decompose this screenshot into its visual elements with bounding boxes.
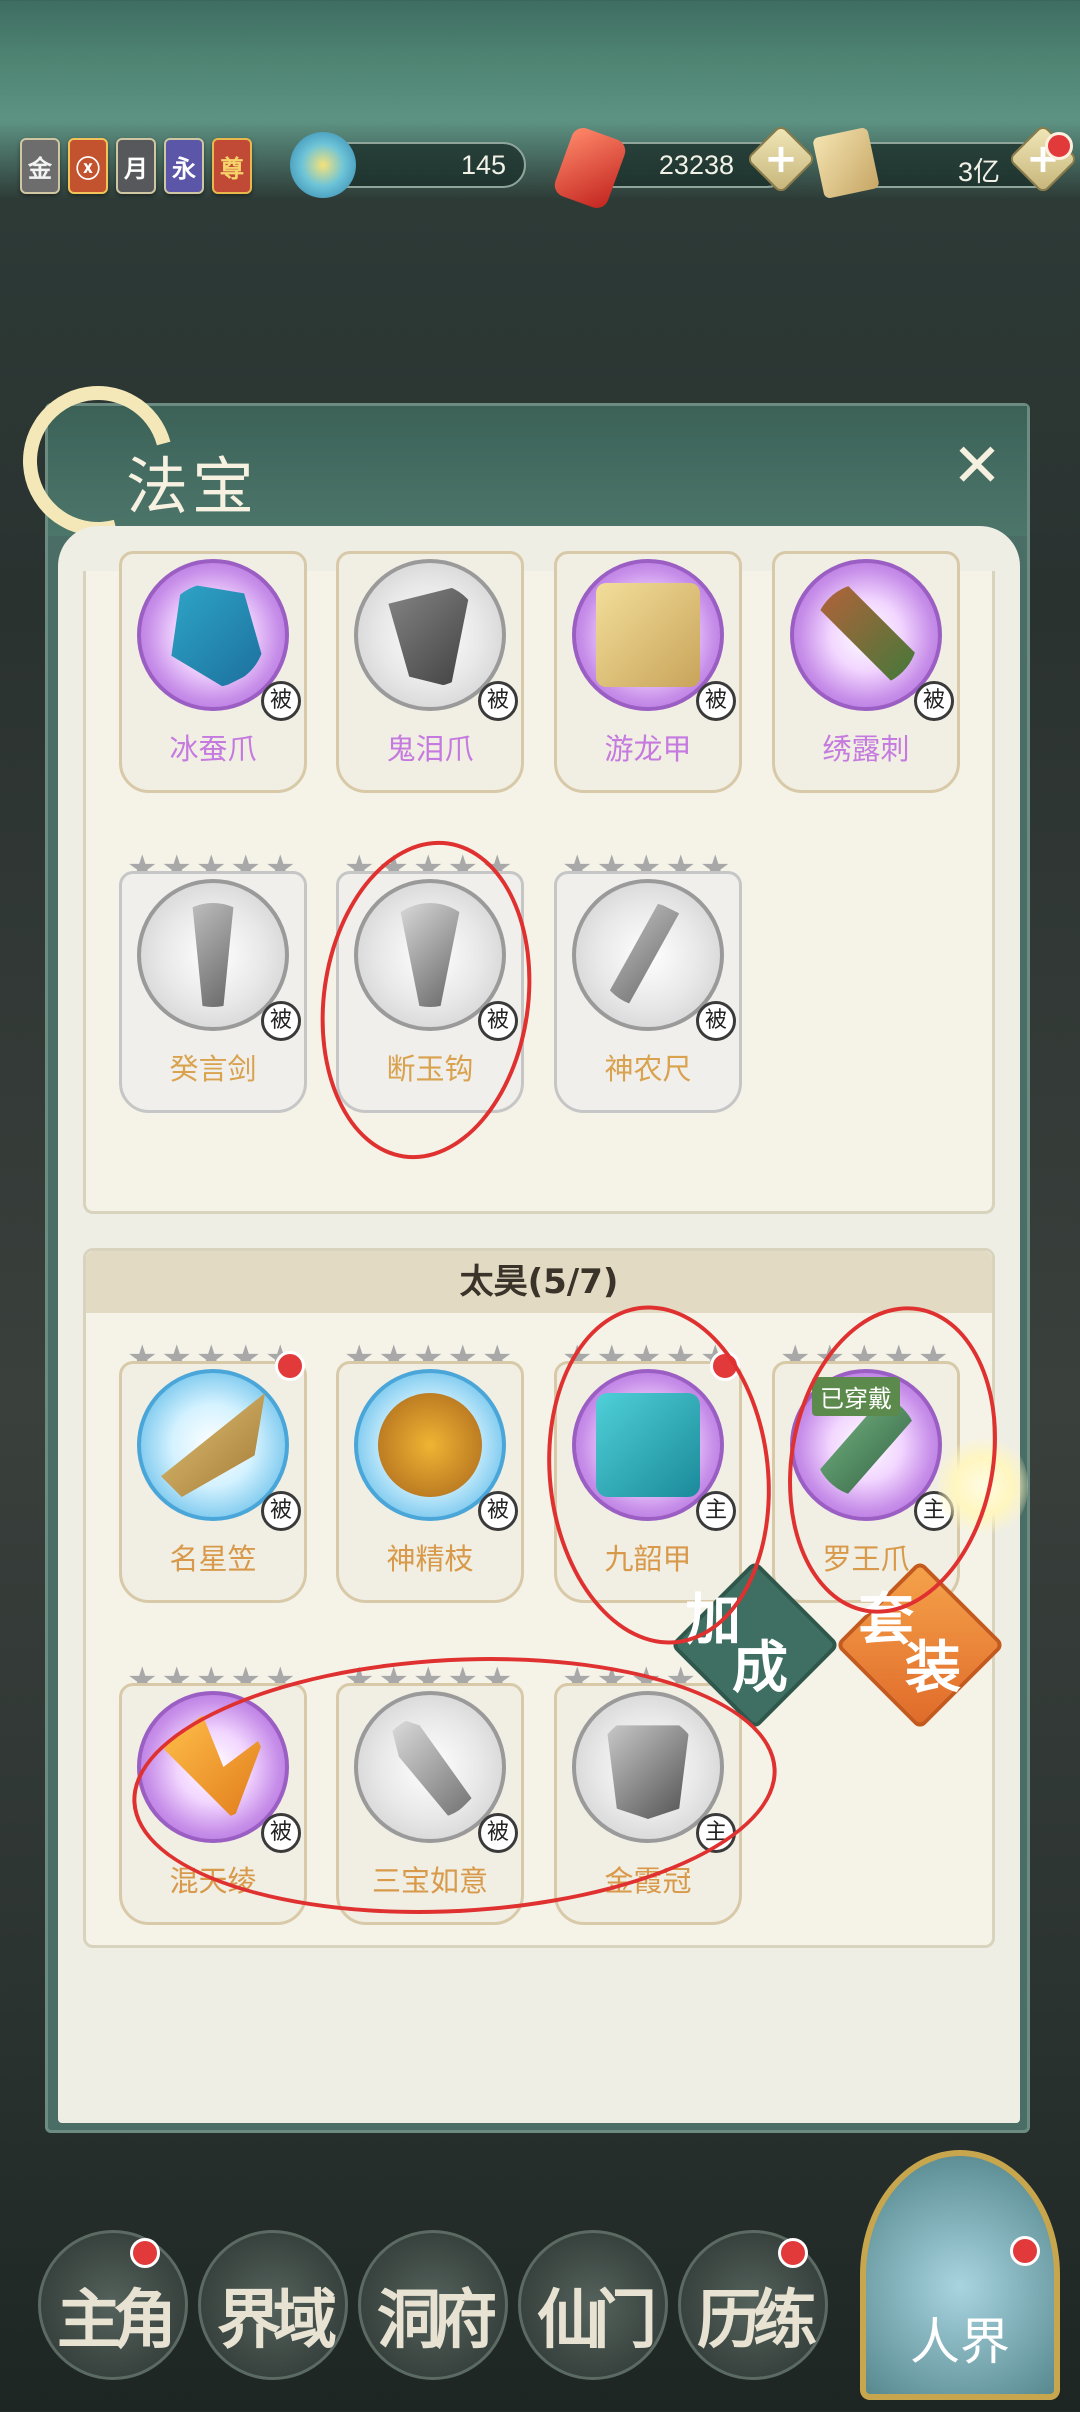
treasure-card[interactable]: ★★★★★ 被 名星笠 — [119, 1341, 307, 1603]
notification-dot — [1010, 2236, 1040, 2266]
passive-tag: 被 — [261, 1001, 301, 1041]
treasure-card[interactable]: 被 游龙甲 — [554, 531, 742, 793]
item-name: 鬼泪爪 — [386, 732, 474, 766]
realm-label: 人界 — [910, 2313, 1010, 2371]
item-name: 名星笠 — [169, 1542, 257, 1576]
resource-swirl-value: 145 — [460, 150, 506, 180]
notification-dot — [130, 2238, 160, 2268]
nav-label: 历练 — [697, 2283, 817, 2358]
resource-crystal-value: 23238 — [658, 150, 734, 180]
item-name: 游龙甲 — [604, 732, 692, 766]
nav-label: 洞府 — [377, 2283, 497, 2358]
nav-label: 界域 — [217, 2283, 337, 2358]
passive-tag: 被 — [261, 1491, 301, 1531]
nav-label: 仙门 — [537, 2283, 657, 2358]
nav-protagonist[interactable]: 主角 — [38, 2230, 188, 2380]
treasure-card[interactable]: 被 冰蚕爪 — [119, 531, 307, 793]
bonus-label-2: 成 — [732, 1635, 788, 1701]
passive-tag: 被 — [696, 1001, 736, 1041]
branch-icon — [378, 1393, 482, 1497]
treasure-grid-1: 被 冰蚕爪 被 鬼泪爪 被 游龙甲 被 绣露刺 ★ ★ ★ ★ ★ 被 癸言剑 … — [83, 551, 995, 1214]
status-badges: 金 ⓧ 月 永 尊 — [20, 138, 252, 194]
item-name: 冰蚕爪 — [169, 732, 257, 766]
nav-sect[interactable]: 仙门 — [518, 2230, 668, 2380]
treasure-card[interactable]: 被 绣露刺 — [772, 531, 960, 793]
passive-tag: 被 — [478, 681, 518, 721]
nav-realm-domain[interactable]: 界域 — [198, 2230, 348, 2380]
passive-tag: 被 — [696, 681, 736, 721]
plus-icon: + — [764, 136, 798, 182]
realm-button[interactable]: 人界 — [860, 2150, 1060, 2400]
badge-honor[interactable]: 尊 — [212, 138, 252, 194]
treasure-card[interactable]: ★ ★ ★ ★ ★ 被 神精枝 — [336, 1341, 524, 1603]
notification-dot — [275, 1351, 305, 1381]
item-name: 神精枝 — [386, 1542, 474, 1576]
item-name: 绣露刺 — [822, 732, 910, 766]
set-header: 太昊(5/7) — [86, 1251, 992, 1313]
panel-title: 法宝 — [126, 450, 259, 523]
robe-icon — [596, 583, 700, 687]
item-name: 癸言剑 — [169, 1052, 257, 1086]
passive-tag: 被 — [478, 1491, 518, 1531]
close-button[interactable]: ✕ — [947, 436, 1007, 496]
badge-eternal[interactable]: 永 — [164, 138, 204, 194]
top-resource-bar: 金 ⓧ 月 永 尊 145 23238 + 3亿 + — [0, 123, 1080, 212]
notification-dot — [778, 2238, 808, 2268]
swirl-coin-icon — [290, 132, 356, 198]
set-label-2: 装 — [905, 1635, 961, 1701]
notification-dot — [1045, 132, 1073, 160]
treasure-card[interactable]: 被 鬼泪爪 — [336, 531, 524, 793]
treasure-card[interactable]: ★ ★ ★ ★ ★ 被 神农尺 — [554, 851, 742, 1113]
resource-scroll-value: 3亿 — [957, 157, 1000, 187]
red-crystal-icon — [551, 124, 629, 212]
item-name: 神农尺 — [604, 1052, 692, 1086]
treasure-card[interactable]: ★ ★ ★ ★ ★ 被 癸言剑 — [119, 851, 307, 1113]
badge-x[interactable]: ⓧ — [68, 138, 108, 194]
badge-month[interactable]: 月 — [116, 138, 156, 194]
nav-label: 主角 — [57, 2283, 177, 2358]
scroll-icon — [812, 126, 880, 200]
badge-gold[interactable]: 金 — [20, 138, 60, 194]
passive-tag: 被 — [261, 681, 301, 721]
passive-tag: 被 — [914, 681, 954, 721]
nav-cave[interactable]: 洞府 — [358, 2230, 508, 2380]
